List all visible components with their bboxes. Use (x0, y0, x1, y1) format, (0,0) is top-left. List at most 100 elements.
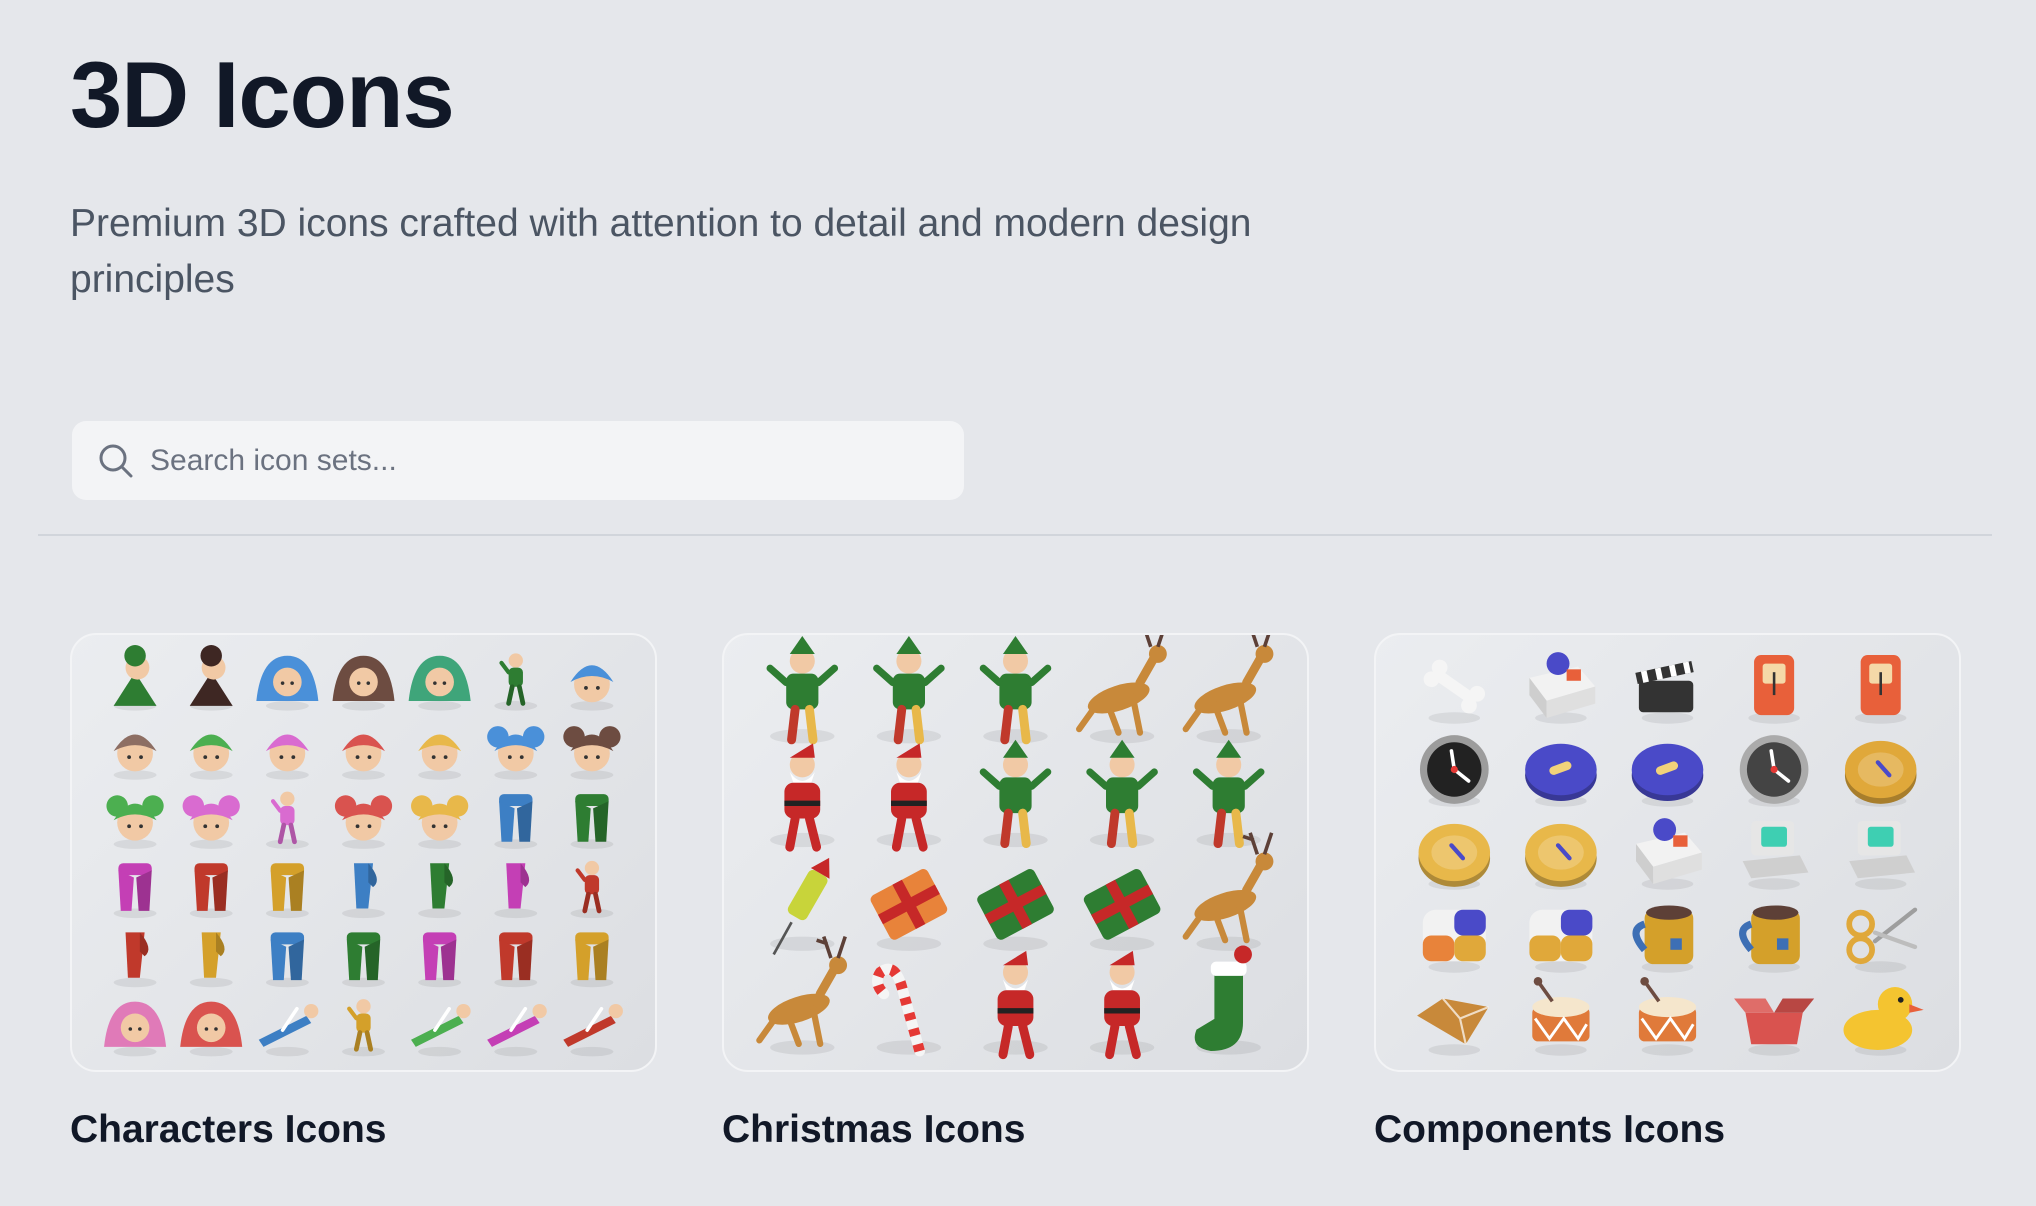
lying-icon (563, 1003, 623, 1057)
legs-icon (265, 863, 309, 919)
leg-icon (418, 863, 462, 919)
duck-icon (1843, 987, 1924, 1056)
bun-head-icon (487, 726, 545, 780)
elf-icon (979, 636, 1052, 745)
phone-icon (1748, 655, 1800, 724)
gem-icon (1417, 997, 1490, 1056)
head-icon (570, 665, 614, 711)
computer-icon (1849, 821, 1916, 890)
button-icon (1525, 743, 1597, 807)
leg-icon (189, 932, 233, 988)
bun-head-icon (334, 795, 393, 849)
bone-icon (1423, 659, 1486, 724)
coin-icon (1418, 823, 1491, 890)
elf-icon (873, 636, 945, 745)
search-input[interactable] (150, 443, 930, 478)
gift-icon (977, 869, 1054, 951)
box-icon (1529, 652, 1596, 724)
clock-icon (1739, 735, 1809, 807)
icon-set-title-characters[interactable]: Characters Icons (70, 1108, 386, 1152)
icon-set-card-characters[interactable] (70, 633, 657, 1072)
coin-icon (1844, 740, 1917, 807)
phone-icon (1854, 655, 1907, 724)
head-icon (342, 734, 385, 780)
avatar-icon (408, 655, 471, 711)
figure-icon (265, 791, 309, 849)
legs-icon (570, 794, 614, 849)
icon-set-title-components[interactable]: Components Icons (1374, 1108, 1725, 1152)
leg-icon (494, 863, 538, 919)
bun-head-icon (563, 726, 621, 780)
reindeer-icon (1182, 635, 1274, 744)
mug-icon (1739, 905, 1800, 973)
legs-icon (494, 932, 538, 988)
bun-head-icon (182, 795, 240, 849)
bun-head-icon (411, 795, 469, 849)
clock-icon (1419, 735, 1489, 807)
legs-icon (113, 863, 157, 919)
reindeer-icon (1076, 635, 1167, 744)
legs-icon (418, 932, 462, 988)
mug-icon (1632, 905, 1694, 973)
firework-icon (770, 857, 835, 956)
computer-icon (1742, 821, 1809, 890)
elf-icon (1192, 739, 1265, 849)
clapper-icon (1635, 660, 1694, 724)
figure-icon (494, 653, 538, 711)
gift-icon (1083, 869, 1161, 951)
open-box-icon (1734, 998, 1815, 1056)
drum-icon (1532, 977, 1590, 1056)
coin-icon (1525, 823, 1597, 890)
drum-icon (1638, 977, 1697, 1056)
reindeer-icon (1182, 832, 1274, 951)
search-icon (99, 444, 133, 477)
leg-icon (342, 863, 385, 919)
santa-icon (770, 743, 835, 852)
figure-icon (342, 999, 385, 1057)
santa-icon (983, 950, 1048, 1060)
legs-icon (570, 932, 614, 988)
stocking-icon (1194, 945, 1261, 1055)
figure-icon (570, 860, 614, 919)
lying-icon (258, 1003, 319, 1057)
avatar-icon (104, 1001, 167, 1057)
cube-icon (1529, 909, 1593, 973)
head-icon (265, 734, 309, 780)
gift-icon (870, 869, 948, 951)
leg-icon (113, 932, 157, 988)
icon-set-title-christmas[interactable]: Christmas Icons (722, 1108, 1025, 1152)
legs-icon (342, 932, 385, 988)
icon-set-preview-components (1417, 652, 1924, 1056)
legs-icon (265, 932, 309, 988)
icon-set-preview-christmas (756, 635, 1274, 1060)
elf-figure-icon (189, 645, 233, 711)
icon-set-card-components[interactable] (1374, 633, 1961, 1072)
candy-cane-icon (872, 963, 942, 1057)
page-title: 3D Icons (70, 42, 455, 147)
lying-icon (411, 1003, 471, 1057)
legs-icon (189, 863, 233, 919)
page-subtitle: Premium 3D icons crafted with attention … (70, 202, 1252, 301)
elf-icon (766, 636, 839, 745)
elf-icon (1086, 739, 1158, 849)
santa-icon (1089, 950, 1155, 1060)
icon-set-preview-characters (104, 645, 623, 1057)
scissors-icon (1846, 907, 1918, 973)
legs-icon (494, 794, 538, 849)
head-icon (113, 734, 157, 780)
icon-set-card-christmas[interactable] (722, 633, 1309, 1072)
santa-icon (876, 743, 942, 852)
head-icon (418, 734, 462, 780)
button-icon (1631, 743, 1704, 807)
divider (38, 534, 1992, 536)
box-icon (1636, 818, 1702, 890)
bun-head-icon (106, 795, 164, 849)
head-icon (189, 734, 233, 780)
elf-figure-icon (113, 645, 157, 711)
search-bar[interactable] (72, 421, 964, 500)
avatar-icon (332, 655, 395, 711)
elf-icon (979, 739, 1052, 849)
avatar-icon (256, 655, 319, 711)
lying-icon (487, 1003, 547, 1057)
avatar-icon (180, 1001, 243, 1057)
